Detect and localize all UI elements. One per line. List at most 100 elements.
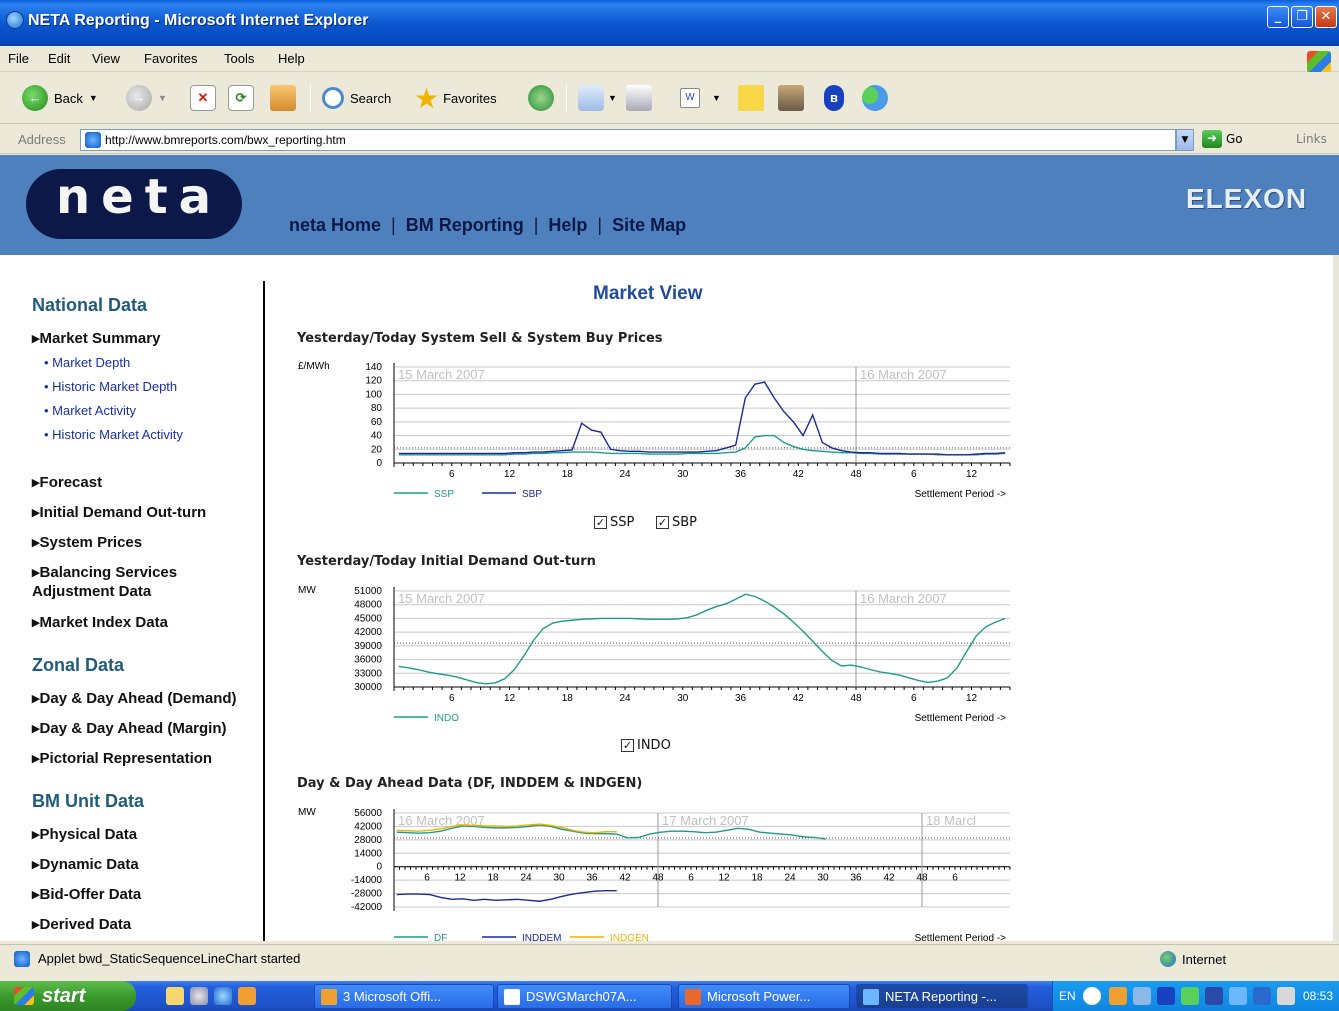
tray-app-icon[interactable] [1253, 987, 1271, 1005]
task-office[interactable]: 3 Microsoft Offi... [314, 984, 494, 1009]
title-bar[interactable]: NETA Reporting - Microsoft Internet Expl… [0, 0, 1339, 46]
mail-icon [578, 85, 604, 111]
outlook-icon[interactable] [238, 987, 256, 1005]
legend-label-indgen: INDGEN [610, 933, 649, 941]
tray-expand-icon[interactable] [1083, 987, 1101, 1005]
ie-icon[interactable] [214, 987, 232, 1005]
address-input[interactable]: http://www.bmreports.com/bwx_reporting.h… [80, 129, 1176, 151]
search-button[interactable]: Search [322, 82, 391, 114]
menu-help[interactable]: Help [278, 51, 305, 66]
close-button[interactable]: ✕ [1315, 6, 1337, 28]
menu-favorites[interactable]: Favorites [144, 51, 197, 66]
sidebar-item-market-summary[interactable]: ▸Market Summary [32, 329, 160, 347]
chevron-down-icon[interactable]: ▼ [608, 93, 617, 103]
chevron-down-icon[interactable]: ▼ [158, 93, 167, 103]
back-button[interactable]: ← Back ▼ [22, 82, 98, 114]
elexon-logo[interactable]: ELEXON [1186, 183, 1307, 215]
sidebar-item-market-index[interactable]: ▸Market Index Data [32, 613, 168, 631]
ssp-checkbox[interactable]: ✓ SSP [594, 515, 634, 530]
tray-app-icon[interactable] [1277, 987, 1295, 1005]
x-tick-label: 36 [735, 693, 747, 704]
stop-button[interactable]: ✕ [190, 82, 216, 114]
sidebar-item-bid-offer-data[interactable]: ▸Bid-Offer Data [32, 885, 141, 903]
network-icon[interactable] [1133, 987, 1151, 1005]
sidebar-item-pictorial[interactable]: ▸Pictorial Representation [32, 749, 212, 767]
sidebar-subitem-market-activity[interactable]: • Market Activity [44, 403, 136, 418]
start-button[interactable]: start [0, 981, 136, 1011]
x-tick-label: 24 [619, 693, 631, 704]
address-dropdown-button[interactable]: ▼ [1176, 129, 1194, 151]
menu-edit[interactable]: Edit [48, 51, 70, 66]
sidebar-item-label: Market Index Data [39, 614, 168, 631]
indo-checkbox[interactable]: ✓ INDO [621, 738, 671, 753]
task-powerpoint[interactable]: Microsoft Power... [678, 984, 850, 1009]
sidebar-item-initial-demand[interactable]: ▸Initial Demand Out-turn [32, 503, 206, 521]
sidebar-item-day-ahead-margin[interactable]: ▸Day & Day Ahead (Margin) [32, 719, 227, 737]
vertical-scrollbar[interactable] [1333, 255, 1339, 941]
security-zone[interactable]: Internet [1160, 951, 1226, 967]
task-word-doc[interactable]: DSWGMarch07A... [497, 984, 672, 1009]
date-label: 15 March 2007 [398, 367, 485, 382]
favorites-button[interactable]: ★ Favorites [414, 82, 497, 114]
site-banner: neta neta Home | BM Reporting | Help | Site Ma… [0, 155, 1339, 255]
links-button[interactable]: Links [1296, 132, 1327, 146]
sidebar-item-adjustment-data[interactable]: Adjustment Data [32, 583, 151, 600]
home-button[interactable] [270, 82, 296, 114]
sidebar-subitem-historic-market-depth[interactable]: • Historic Market Depth [44, 379, 177, 394]
stop-icon: ✕ [190, 85, 216, 111]
research-button[interactable] [778, 82, 804, 114]
menu-tools[interactable]: Tools [224, 51, 254, 66]
sidebar-subitem-market-depth[interactable]: • Market Depth [44, 355, 130, 370]
task-label: NETA Reporting -... [885, 989, 997, 1004]
home-icon [270, 85, 296, 111]
messenger-icon [862, 85, 888, 111]
nav-help[interactable]: Help [548, 215, 587, 235]
media-icon[interactable] [190, 987, 208, 1005]
chevron-down-icon[interactable]: ▼ [89, 93, 98, 103]
mail-button[interactable]: ▼ [578, 82, 617, 114]
nav-site-map[interactable]: Site Map [612, 215, 686, 235]
go-button[interactable]: ➜ Go [1202, 130, 1243, 148]
nav-bm-reporting[interactable]: BM Reporting [406, 215, 524, 235]
print-button[interactable] [626, 82, 652, 114]
nav-neta-home[interactable]: neta Home [289, 215, 381, 235]
sidebar-item-day-ahead-demand[interactable]: ▸Day & Day Ahead (Demand) [32, 689, 237, 707]
messenger-button[interactable] [862, 82, 888, 114]
menu-view[interactable]: View [92, 51, 120, 66]
sidebar-item-label: Market Summary [39, 330, 161, 347]
sidebar-item-derived-data[interactable]: ▸Derived Data [32, 915, 131, 933]
display-icon[interactable] [1229, 987, 1247, 1005]
powerpoint-icon [685, 988, 701, 1005]
notes-button[interactable] [738, 82, 764, 114]
media-icon[interactable] [1205, 987, 1223, 1005]
sidebar-item-balancing-services[interactable]: ▸Balancing Services [32, 563, 177, 581]
menu-file[interactable]: File [8, 51, 29, 66]
sbp-checkbox[interactable]: ✓ SBP [656, 515, 697, 530]
folder-icon[interactable] [166, 987, 184, 1005]
bluetooth-button[interactable]: ʙ [824, 82, 844, 114]
refresh-button[interactable]: ⟳ [228, 82, 254, 114]
messenger-icon[interactable] [1181, 987, 1199, 1005]
x-axis-label: Settlement Period -> [915, 713, 1007, 724]
sidebar-item-forecast[interactable]: ▸Forecast [32, 473, 102, 491]
x-tick-label: 48 [850, 469, 862, 480]
history-button[interactable] [528, 82, 554, 114]
edit-word-button[interactable]: W ▼ [680, 82, 721, 114]
bluetooth-icon[interactable] [1157, 987, 1175, 1005]
task-neta-reporting[interactable]: NETA Reporting -... [856, 984, 1028, 1009]
bluetooth-icon: ʙ [824, 85, 844, 111]
x-tick-label: 48 [850, 693, 862, 704]
maximize-button[interactable]: ❐ [1291, 6, 1313, 28]
sidebar-item-dynamic-data[interactable]: ▸Dynamic Data [32, 855, 139, 873]
sidebar-item-label: Initial Demand Out-turn [39, 504, 207, 521]
forward-button[interactable]: → ▼ [126, 82, 167, 114]
tray-clock-icon[interactable] [1109, 987, 1127, 1005]
language-indicator[interactable]: EN [1059, 989, 1076, 1003]
sidebar-subitem-historic-market-activity[interactable]: • Historic Market Activity [44, 427, 183, 442]
sidebar-item-system-prices[interactable]: ▸System Prices [32, 533, 142, 551]
minimize-button[interactable]: _ [1267, 6, 1289, 28]
chevron-down-icon[interactable]: ▼ [712, 93, 721, 103]
date-label: 17 March 2007 [662, 813, 749, 828]
sidebar-item-physical-data[interactable]: ▸Physical Data [32, 825, 137, 843]
refresh-icon: ⟳ [228, 85, 254, 111]
